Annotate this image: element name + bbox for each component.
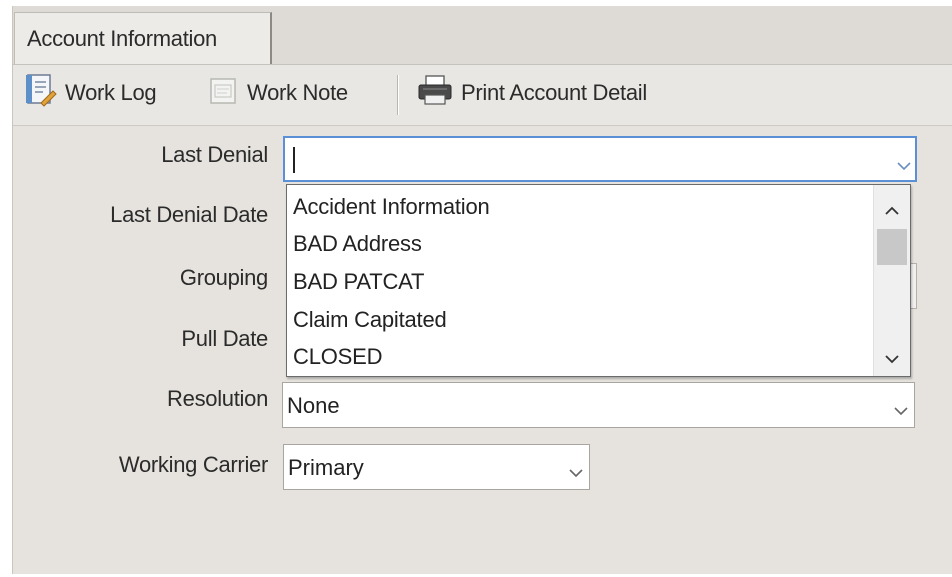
chevron-down-icon[interactable] <box>897 152 911 171</box>
resolution-label: Resolution <box>167 386 268 411</box>
list-item[interactable]: Claim Capitated <box>293 307 447 333</box>
work-log-label: Work Log <box>65 80 157 105</box>
tab-label: Account Information <box>27 26 217 51</box>
work-log-icon <box>25 73 57 113</box>
toolbar-separator <box>397 75 399 115</box>
working-carrier-label: Working Carrier <box>118 452 268 477</box>
working-carrier-select[interactable]: Primary <box>283 444 590 490</box>
pull-date-label: Pull Date <box>181 326 268 351</box>
last-denial-label: Last Denial <box>161 142 268 167</box>
list-item[interactable]: BAD Address <box>293 231 422 257</box>
scrollbar-thumb[interactable] <box>877 229 907 265</box>
grouping-label: Grouping <box>179 265 268 290</box>
list-item[interactable]: Accident Information <box>293 194 490 220</box>
work-note-button[interactable]: Work Note <box>207 73 348 113</box>
chevron-down-icon <box>569 459 583 478</box>
last-denial-date-label: Last Denial Date <box>110 202 268 227</box>
printer-icon <box>417 73 453 113</box>
work-note-label: Work Note <box>247 80 348 105</box>
print-account-detail-button[interactable]: Print Account Detail <box>417 73 647 113</box>
resolution-select[interactable]: None <box>282 382 915 428</box>
chevron-down-icon <box>894 397 908 416</box>
account-panel: Account Information Work Log Work Note P… <box>12 6 952 574</box>
working-carrier-value: Primary <box>288 455 364 480</box>
list-item[interactable]: CLOSED <box>293 344 382 370</box>
work-note-icon <box>207 73 239 113</box>
toolbar: Work Log Work Note Print Account Detail <box>13 65 952 126</box>
work-log-button[interactable]: Work Log <box>25 73 157 113</box>
tab-strip: Account Information <box>13 6 952 65</box>
last-denial-select[interactable] <box>283 136 917 182</box>
list-item[interactable]: BAD PATCAT <box>293 269 424 295</box>
resolution-value: None <box>287 393 340 418</box>
text-caret <box>293 147 295 173</box>
scroll-down-icon[interactable] <box>885 351 899 364</box>
dropdown-scrollbar[interactable] <box>873 185 910 376</box>
print-account-detail-label: Print Account Detail <box>461 80 647 105</box>
scroll-up-icon[interactable] <box>885 203 899 215</box>
tab-account-information[interactable]: Account Information <box>14 12 272 64</box>
last-denial-dropdown-list: Accident Information BAD Address BAD PAT… <box>286 184 911 377</box>
